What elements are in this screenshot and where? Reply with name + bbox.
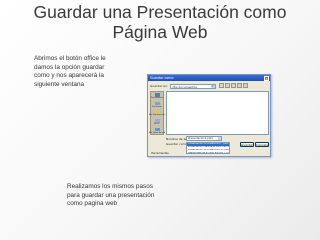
place-item[interactable]: Mis documentos — [148, 109, 166, 118]
place-label: Mi PC — [154, 122, 160, 125]
place-item[interactable]: Mis sitios de red — [148, 126, 166, 135]
place-item[interactable]: Documentos — [151, 92, 163, 101]
save-as-dialog: Guardar como × Guardar en: Mis documento… — [147, 74, 271, 157]
file-type-label: Guardar como tipo: — [166, 142, 196, 146]
look-in-dropdown[interactable]: Mis documentos ▾ — [169, 83, 216, 89]
file-type-option[interactable]: Página Web de un solo archivo (*.mht) — [187, 152, 229, 155]
dialog-title: Guardar como — [150, 76, 174, 80]
place-item[interactable]: Mi PC — [151, 118, 163, 127]
up-folder-icon[interactable] — [225, 83, 230, 88]
place-label: Mis documentos — [148, 114, 166, 117]
instruction-note-top: Abrimos el botón office le damos la opci… — [34, 55, 106, 88]
file-type-list[interactable]: Presentación de PowerPoint (*.pptx) Prese… — [186, 142, 230, 154]
dialog-toolbar — [219, 83, 248, 88]
file-list[interactable] — [166, 91, 269, 135]
dialog-titlebar: Guardar como × — [148, 75, 270, 81]
cancel-button[interactable]: Cancelar — [255, 142, 269, 147]
tools-menu[interactable]: Herramientas — [151, 152, 169, 155]
new-folder-icon[interactable] — [237, 83, 242, 88]
look-in-row: Guardar en: Mis documentos ▾ — [150, 83, 216, 89]
close-button[interactable]: × — [264, 75, 269, 81]
file-type-row: Guardar como tipo: — [166, 142, 196, 147]
place-item[interactable]: Escritorio — [151, 101, 163, 110]
place-label: Escritorio — [152, 105, 162, 108]
slide-title: Guardar una Presentación como Página Web — [33, 2, 287, 42]
views-icon[interactable] — [243, 83, 248, 88]
places-bar: Documentos Escritorio Mis documentos Mi PC M… — [148, 91, 166, 135]
back-icon[interactable] — [219, 83, 224, 88]
place-label: Documentos — [150, 97, 164, 100]
save-button[interactable]: Guardar — [240, 142, 254, 147]
file-name-field[interactable]: Presentación1.pptx — [186, 136, 222, 141]
file-name-row: Nombre de archivo: Presentación1.pptx — [166, 136, 222, 141]
delete-icon[interactable] — [231, 83, 236, 88]
look-in-label: Guardar en: — [150, 84, 168, 88]
chevron-down-icon: ▾ — [210, 84, 215, 88]
place-label: Mis sitios de red — [148, 131, 166, 134]
file-name-label: Nombre de archivo: — [166, 136, 196, 141]
instruction-note-bottom: Realizamos los mismos pasos para guardar… — [67, 183, 155, 208]
